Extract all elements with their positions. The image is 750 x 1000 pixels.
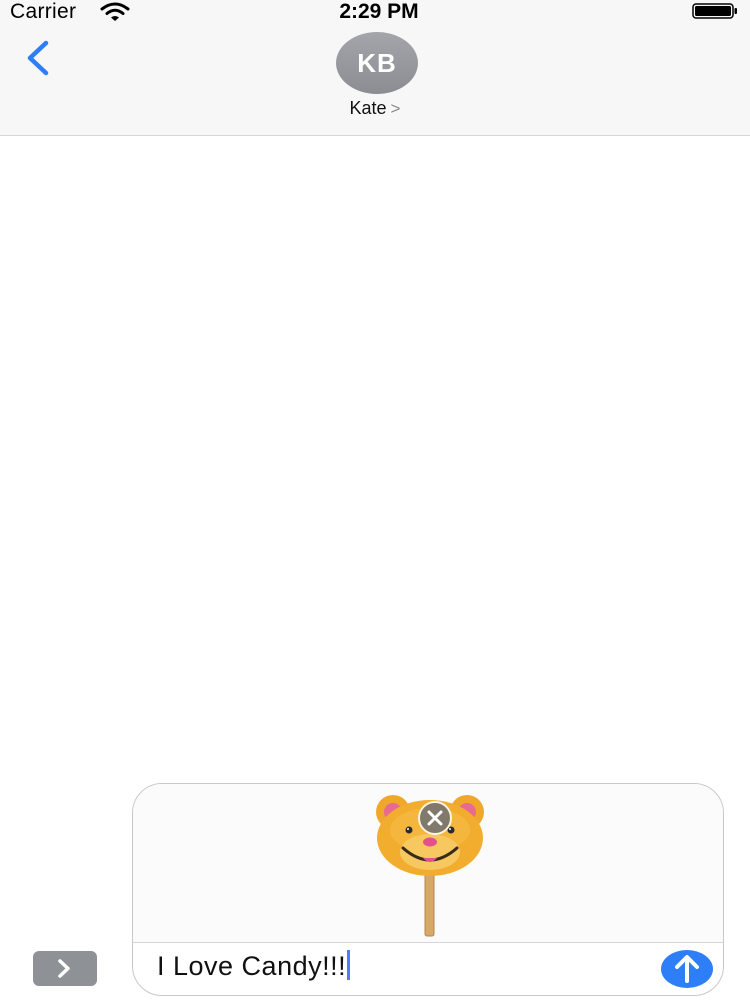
contact-details-button[interactable]: Kate > xyxy=(0,98,750,119)
compose-field[interactable]: I Love Candy!!! xyxy=(132,783,724,996)
arrow-up-icon xyxy=(675,955,699,983)
contact-avatar[interactable]: KB xyxy=(336,32,418,94)
close-icon[interactable] xyxy=(417,800,453,836)
back-button[interactable] xyxy=(18,36,58,80)
chevron-right-small-icon: > xyxy=(390,99,401,118)
attachment-preview xyxy=(133,784,723,943)
contact-name: Kate xyxy=(349,98,387,118)
clock-label: 2:29 PM xyxy=(339,0,419,23)
message-text-input[interactable]: I Love Candy!!! xyxy=(157,950,351,982)
battery-icon xyxy=(692,3,737,19)
chevron-left-icon xyxy=(27,40,49,76)
text-cursor xyxy=(347,950,351,980)
message-text: I Love Candy!!! xyxy=(157,951,347,981)
apps-toggle-button[interactable] xyxy=(33,951,97,986)
chevron-right-icon xyxy=(58,959,70,978)
navigation-header: Carrier 2:29 PM KB Kate > xyxy=(0,0,750,136)
send-button[interactable] xyxy=(661,950,713,988)
messages-screen: Carrier 2:29 PM KB Kate > I Love Candy!!… xyxy=(0,0,750,1000)
